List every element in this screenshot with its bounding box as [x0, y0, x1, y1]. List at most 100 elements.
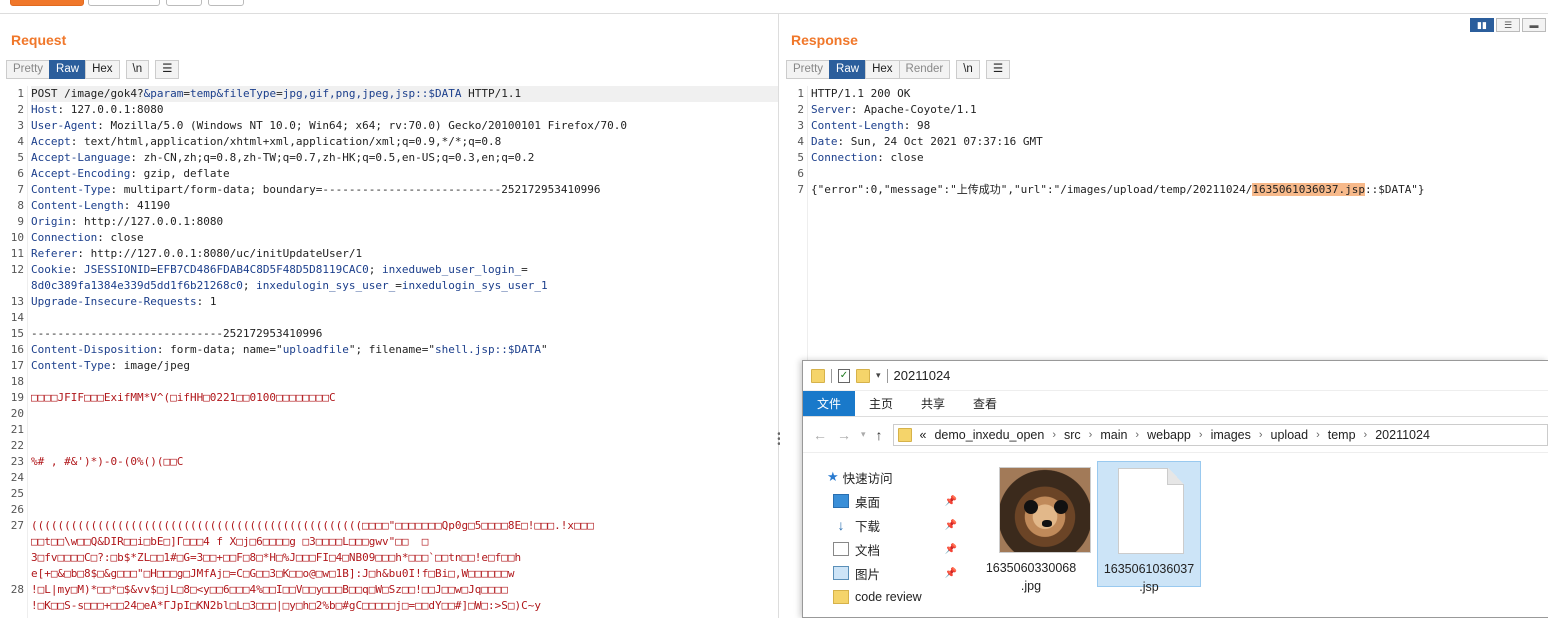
tab-pretty[interactable]: Pretty [786, 60, 830, 79]
breadcrumb-item[interactable]: upload [1271, 428, 1309, 442]
breadcrumb-item[interactable]: 20211024 [1375, 428, 1430, 442]
request-tab-group: Pretty Raw Hex [6, 60, 120, 79]
param-value: temp [189, 87, 217, 100]
file-item[interactable]: 1635061036037 .jsp [1097, 461, 1201, 594]
chevron-right-icon[interactable]: › [1052, 429, 1056, 441]
file-name-line: 1635061036037 [1103, 562, 1195, 576]
newline-toggle-button[interactable]: \n [956, 60, 980, 79]
ribbon-tab[interactable]: 共享 [907, 391, 959, 416]
chevron-right-icon[interactable]: › [1199, 429, 1203, 441]
code-line: Content-Length: 98 [811, 118, 1548, 134]
header-name: inxedulogin_sys_user_ [256, 279, 396, 292]
line-number: 10 [10, 231, 24, 244]
breadcrumb-item[interactable]: src [1064, 428, 1081, 442]
breadcrumb-item[interactable]: main [1100, 428, 1127, 442]
breadcrumb-item[interactable]: demo_inxedu_open [934, 428, 1044, 442]
nav-item[interactable]: ↓ 下载 📌 [803, 513, 961, 537]
tab-hex[interactable]: Hex [85, 60, 120, 79]
recent-dropdown-icon[interactable]: ▾ [861, 429, 866, 440]
pin-icon[interactable]: 📌 [945, 520, 957, 531]
line-number: 13 [10, 295, 24, 308]
binary-data: □□t□□\w□□Q&DIR□□i□bE□]Γ□□□4 f X□j□6□□□□g… [31, 535, 429, 548]
chevron-right-icon[interactable]: › [1364, 429, 1368, 441]
menu-icon[interactable]: ☰ [155, 60, 180, 79]
ribbon-tab[interactable]: 文件 [803, 391, 856, 416]
chevron-right-icon[interactable]: › [1316, 429, 1320, 441]
back-arrow-icon[interactable]: ← [813, 427, 827, 443]
tab-hex[interactable]: Hex [865, 60, 899, 79]
code-text: : [70, 263, 84, 276]
code-text: : 41190 [123, 199, 171, 212]
image-thumbnail [999, 467, 1091, 553]
quick-access-dropdown-icon[interactable]: ▾ [876, 370, 881, 381]
code-line: HTTP/1.1 200 OK [811, 86, 1548, 102]
response-body[interactable]: HTTP/1.1 200 OK Server: Apache-Coyote/1.1… [811, 86, 1548, 198]
up-arrow-icon[interactable]: ↑ [876, 427, 883, 443]
nav-item[interactable]: 文档 📌 [803, 537, 961, 561]
chevron-right-icon[interactable]: › [1259, 429, 1263, 441]
forward-arrow-icon[interactable]: → [837, 427, 851, 443]
code-line: Connection: close [811, 150, 1548, 166]
file-item[interactable]: 1635060330068 .jpg [979, 461, 1091, 593]
layout-tabs-icon[interactable]: ▬ [1522, 18, 1546, 32]
layout-side-by-side-icon[interactable]: ▮▮ [1470, 18, 1494, 32]
code-text: : Sun, 24 Oct 2021 07:37:16 GMT [837, 135, 1043, 148]
tab-raw[interactable]: Raw [829, 60, 866, 79]
request-body[interactable]: POST /image/gok4?&param=temp&fileType=jp… [31, 86, 778, 614]
send-button[interactable] [10, 0, 84, 6]
nav-item-label: 桌面 [855, 495, 881, 510]
code-line: Connection: close [31, 230, 778, 246]
ribbon-tab[interactable]: 查看 [959, 391, 1011, 416]
layout-stacked-icon[interactable]: ☰ [1496, 18, 1520, 32]
header-name: Origin [31, 215, 71, 228]
folder-icon [833, 590, 849, 604]
pin-icon[interactable]: 📌 [945, 544, 957, 555]
forward-button[interactable] [208, 0, 244, 6]
newline-toggle-button[interactable]: \n [125, 60, 150, 79]
request-editor[interactable]: 1 2 3 4 5 6 7 8 9 10 11 12 13 14 15 16 17 18 19 20 21 22 23 24 2… [0, 86, 778, 618]
pin-icon[interactable]: 📌 [945, 568, 957, 579]
param-value: shell.jsp::$DATA [435, 343, 541, 356]
chevron-right-icon[interactable]: › [1089, 429, 1093, 441]
nav-item-label: 文档 [855, 543, 881, 558]
header-name: Accept-Encoding [31, 167, 131, 180]
code-text: {"error":0,"message":"上传成功","url":"/imag… [811, 183, 1253, 196]
param-value: uploadfile [282, 343, 349, 356]
code-text: : 1 [196, 295, 217, 308]
tab-raw[interactable]: Raw [49, 60, 86, 79]
code-text: : image/jpeg [110, 359, 190, 372]
code-line: !□L|my□M)*□□*□$&vv$□jL□8□<y□□6□□□4%□□I□□… [31, 582, 778, 598]
tab-pretty[interactable]: Pretty [6, 60, 50, 79]
nav-item[interactable]: 桌面 📌 [803, 489, 961, 513]
code-text: = [521, 263, 528, 276]
binary-data: !□L|my□M)*□□*□$&vv$□jL□8□<y□□6□□□4%□□I□□… [31, 583, 508, 596]
back-button[interactable] [166, 0, 202, 6]
cancel-button[interactable] [88, 0, 160, 6]
nav-item-label: 下载 [855, 519, 881, 534]
address-bar[interactable]: « demo_inxedu_open › src › main › webapp › image… [892, 423, 1548, 446]
header-name: Content-Type [31, 183, 111, 196]
param-value: jpg,gif,png,jpeg,jsp::$DATA [282, 87, 462, 100]
layout-toggle-group: ▮▮ ☰ ▬ [1470, 18, 1546, 32]
pin-icon[interactable]: 📌 [945, 496, 957, 507]
header-name: Server [811, 103, 851, 116]
ribbon-tab[interactable]: 主页 [855, 391, 907, 416]
menu-icon[interactable]: ☰ [985, 60, 1011, 79]
breadcrumb-item[interactable]: images [1211, 428, 1251, 442]
breadcrumb-overflow[interactable]: « [920, 428, 927, 442]
nav-item[interactable]: code review [803, 585, 961, 609]
breadcrumb-item[interactable]: webapp [1147, 428, 1191, 442]
breadcrumb-item[interactable]: temp [1328, 428, 1356, 442]
new-folder-icon[interactable] [856, 368, 870, 383]
chevron-right-icon[interactable]: › [1135, 429, 1139, 441]
nav-item[interactable]: 图片 📌 [803, 561, 961, 585]
properties-icon[interactable]: ✓ [838, 368, 850, 383]
tab-render[interactable]: Render [898, 60, 951, 79]
nav-item[interactable]: ★ 快速访问 [803, 465, 961, 489]
param-value: EFB7CD486FDAB4C8D5F48D5D8119CAC0 [156, 263, 369, 276]
code-text: : 98 [903, 119, 931, 132]
